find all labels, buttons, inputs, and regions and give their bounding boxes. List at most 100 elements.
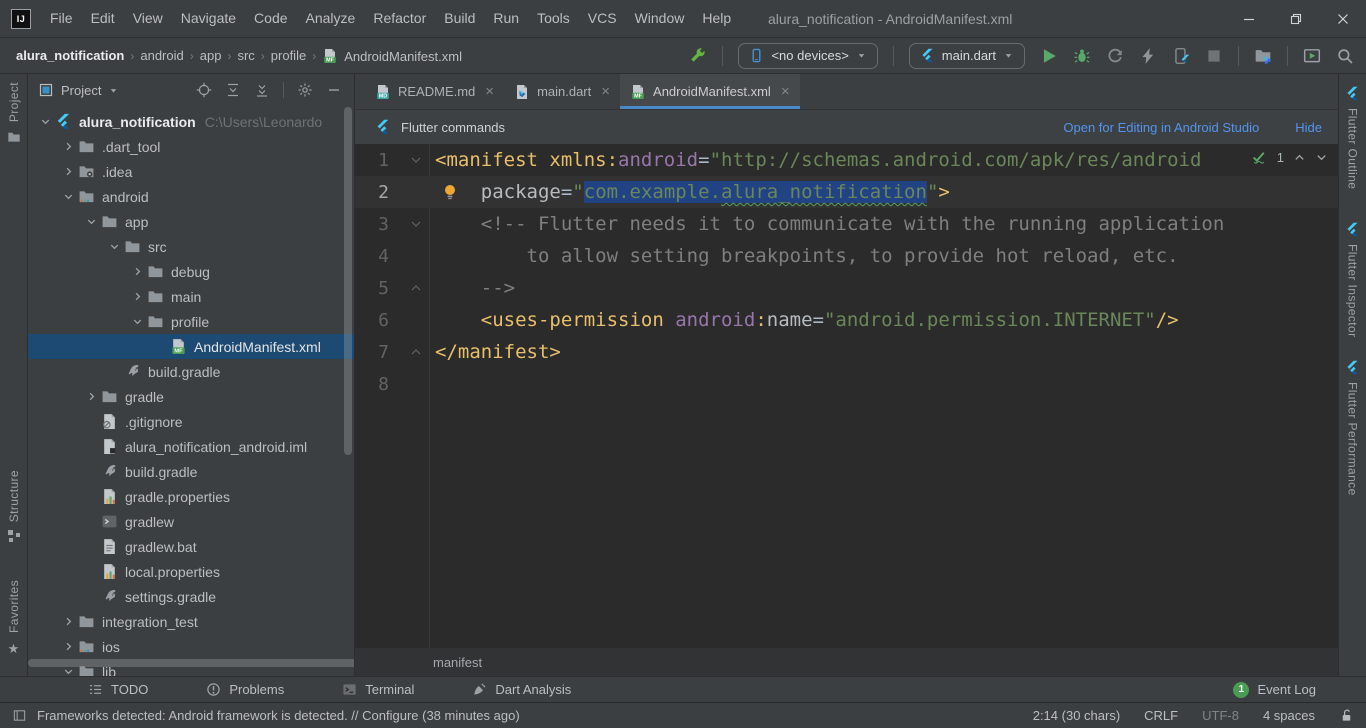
tool-windows-icon[interactable] (12, 708, 27, 723)
tool-button-terminal[interactable]: Terminal (342, 682, 414, 697)
tree-row--gitignore[interactable]: .gitignore (28, 409, 354, 434)
indent-setting[interactable]: 4 spaces (1263, 708, 1315, 723)
menu-edit[interactable]: Edit (82, 0, 124, 37)
tool-button-problems[interactable]: Problems (206, 682, 284, 697)
menu-refactor[interactable]: Refactor (364, 0, 435, 37)
tree-row--idea[interactable]: .idea (28, 159, 354, 184)
unlock-icon[interactable] (1339, 708, 1354, 723)
tree-row-alura-notification[interactable]: alura_notificationC:\Users\Leonardo (28, 109, 354, 134)
tool-button-structure[interactable]: Structure (0, 470, 27, 542)
tool-button-flutter-inspector[interactable]: Flutter Inspector (1339, 222, 1366, 338)
tab-close-icon[interactable]: × (601, 84, 610, 99)
tree-row-androidmanifest-xml[interactable]: MFAndroidManifest.xml (28, 334, 354, 359)
tool-button-todo[interactable]: TODO (88, 682, 148, 697)
menu-vcs[interactable]: VCS (579, 0, 626, 37)
expand-all-icon[interactable] (225, 82, 241, 98)
tree-row-settings-gradle[interactable]: settings.gradle (28, 584, 354, 609)
settings-gear-icon[interactable] (297, 82, 313, 98)
tree-row--dart-tool[interactable]: .dart_tool (28, 134, 354, 159)
hide-banner-link[interactable]: Hide (1295, 120, 1322, 135)
tree-row-alura-notification-android-iml[interactable]: alura_notification_android.iml (28, 434, 354, 459)
line-separator[interactable]: CRLF (1144, 708, 1178, 723)
running-devices-icon[interactable] (1303, 47, 1321, 65)
tab-readme-md[interactable]: MDREADME.md× (365, 74, 504, 109)
caret-position[interactable]: 2:14 (30 chars) (1033, 708, 1120, 723)
run-config-selector[interactable]: main.dart (909, 43, 1025, 69)
locate-icon[interactable] (196, 82, 212, 98)
code-editor[interactable]: 1 1<manifest xmlns:android="http://schem… (355, 144, 1338, 648)
breadcrumb-item-src[interactable]: src (237, 48, 254, 63)
breadcrumb-item-alura_notification[interactable]: alura_notification (16, 48, 124, 63)
breadcrumb-item-app[interactable]: app (200, 48, 222, 63)
tree-row-android[interactable]: android (28, 184, 354, 209)
event-log-button[interactable]: 1 Event Log (1233, 682, 1316, 698)
hide-panel-icon[interactable] (326, 82, 342, 98)
tree-row-app[interactable]: app (28, 209, 354, 234)
tree-row-ios[interactable]: ios (28, 634, 354, 659)
tree-item-label: src (148, 239, 167, 255)
tree-row-build-gradle[interactable]: build.gradle (28, 459, 354, 484)
horizontal-scrollbar[interactable] (28, 659, 355, 667)
intention-bulb-icon[interactable] (443, 184, 457, 201)
tree-row-src[interactable]: src (28, 234, 354, 259)
flutter-attach-icon[interactable] (1172, 47, 1190, 65)
status-message[interactable]: Frameworks detected: Android framework i… (37, 708, 520, 723)
tab-androidmanifest-xml[interactable]: MFAndroidManifest.xml× (620, 74, 800, 109)
menu-help[interactable]: Help (693, 0, 740, 37)
tab-close-icon[interactable]: × (485, 84, 494, 99)
device-file-explorer-icon[interactable] (1254, 47, 1272, 65)
breadcrumb-item-android[interactable]: android (140, 48, 183, 63)
menu-view[interactable]: View (124, 0, 172, 37)
menu-code[interactable]: Code (245, 0, 296, 37)
tree-row-debug[interactable]: debug (28, 259, 354, 284)
tab-main-dart[interactable]: main.dart× (504, 74, 620, 109)
fold-open-icon[interactable] (389, 154, 429, 166)
tool-button-dart-analysis[interactable]: Dart Analysis (472, 682, 571, 697)
menu-build[interactable]: Build (435, 0, 484, 37)
search-icon[interactable] (1336, 47, 1354, 65)
project-panel-title[interactable]: Project (61, 83, 101, 98)
editor-breadcrumb-tag[interactable]: manifest (433, 655, 482, 670)
collapse-all-icon[interactable] (254, 82, 270, 98)
flutter-wrench-icon[interactable] (689, 47, 707, 65)
code-line-7: 7</manifest> (355, 336, 1338, 368)
hot-reload-icon[interactable] (1139, 47, 1157, 65)
close-button[interactable] (1319, 0, 1366, 37)
menu-run[interactable]: Run (484, 0, 528, 37)
menu-tools[interactable]: Tools (528, 0, 579, 37)
tree-row-gradle[interactable]: gradle (28, 384, 354, 409)
debug-icon[interactable] (1073, 47, 1091, 65)
fold-close-icon[interactable] (389, 282, 429, 294)
menu-window[interactable]: Window (626, 0, 694, 37)
fold-close-icon[interactable] (389, 346, 429, 358)
tree-row-gradlew[interactable]: gradlew (28, 509, 354, 534)
stop-icon[interactable] (1205, 47, 1223, 65)
minimize-button[interactable] (1225, 0, 1272, 37)
idea-folder-icon (78, 163, 95, 180)
menu-navigate[interactable]: Navigate (172, 0, 245, 37)
menu-file[interactable]: File (41, 0, 82, 37)
tree-row-gradle-properties[interactable]: gradle.properties (28, 484, 354, 509)
tree-row-gradlew-bat[interactable]: gradlew.bat (28, 534, 354, 559)
fold-open-icon[interactable] (389, 218, 429, 230)
tree-row-profile[interactable]: profile (28, 309, 354, 334)
tree-row-build-gradle[interactable]: build.gradle (28, 359, 354, 384)
tool-button-flutter-outline[interactable]: Flutter Outline (1339, 86, 1366, 189)
tool-button-flutter-performance[interactable]: Flutter Performance (1339, 360, 1366, 496)
breadcrumb-item-profile[interactable]: profile (271, 48, 306, 63)
file-encoding[interactable]: UTF-8 (1202, 708, 1239, 723)
tree-row-local-properties[interactable]: local.properties (28, 559, 354, 584)
restore-button[interactable] (1272, 0, 1319, 37)
tool-button-project[interactable]: Project (0, 82, 27, 144)
menu-analyze[interactable]: Analyze (297, 0, 365, 37)
tree-row-integration-test[interactable]: integration_test (28, 609, 354, 634)
vertical-scrollbar[interactable] (344, 107, 352, 455)
tab-close-icon[interactable]: × (781, 84, 790, 99)
breadcrumb-item-androidmanifest.xml[interactable]: MFAndroidManifest.xml (322, 48, 462, 64)
tool-button-favorites[interactable]: Favorites ★ (0, 580, 27, 657)
tree-row-main[interactable]: main (28, 284, 354, 309)
open-in-android-studio-link[interactable]: Open for Editing in Android Studio (1063, 120, 1259, 135)
run-icon[interactable] (1040, 47, 1058, 65)
profile-icon[interactable] (1106, 47, 1124, 65)
device-selector[interactable]: <no devices> (738, 43, 877, 69)
